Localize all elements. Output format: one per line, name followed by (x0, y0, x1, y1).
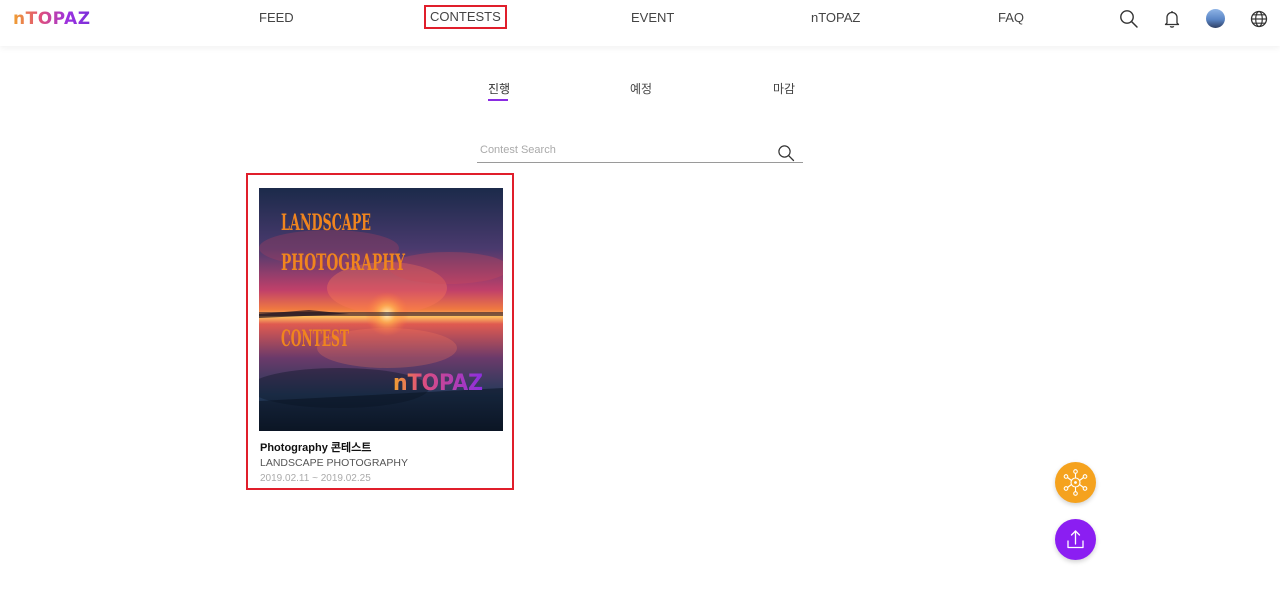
bell-icon[interactable] (1162, 9, 1182, 29)
tab-ongoing[interactable]: 진행 (488, 80, 510, 97)
nav-feed[interactable]: FEED (259, 10, 294, 26)
contest-poster-image[interactable]: LANDSCAPE PHOTOGRAPHY CONTEST nTOPAZ (259, 188, 503, 431)
search-icon[interactable] (777, 144, 795, 162)
tab-closed[interactable]: 마감 (773, 80, 795, 97)
poster-line3: CONTEST (281, 326, 349, 352)
search-icon[interactable] (1119, 9, 1139, 29)
network-icon (1063, 469, 1088, 496)
nav-faq[interactable]: FAQ (998, 10, 1024, 26)
contest-title: Photography 콘테스트 (260, 442, 372, 454)
tab-upcoming[interactable]: 예정 (630, 80, 652, 97)
avatar[interactable] (1206, 9, 1225, 28)
nav-contests[interactable]: CONTESTS (424, 5, 507, 29)
ntopaz-logo[interactable]: nTOPAZ (13, 9, 91, 29)
active-tab-indicator (488, 99, 508, 101)
poster-watermark: nTOPAZ (393, 371, 483, 396)
nav-event[interactable]: EVENT (631, 10, 674, 26)
upload-icon (1067, 530, 1084, 549)
contest-subtitle: LANDSCAPE PHOTOGRAPHY (260, 457, 409, 469)
poster-line2: PHOTOGRAPHY (281, 250, 405, 276)
globe-icon[interactable] (1249, 9, 1269, 29)
nav-ntopaz[interactable]: nTOPAZ (811, 10, 860, 26)
poster-line1: LANDSCAPE (281, 210, 371, 236)
contest-search-bar (477, 141, 803, 163)
network-fab-button[interactable] (1055, 462, 1096, 503)
upload-fab-button[interactable] (1055, 519, 1096, 560)
contest-card[interactable]: LANDSCAPE PHOTOGRAPHY CONTEST nTOPAZ Pho… (246, 173, 514, 490)
contest-dates: 2019.02.11 ~ 2019.02.25 (260, 473, 371, 484)
contest-search-input[interactable] (480, 141, 770, 159)
top-header: nTOPAZ FEED CONTESTS EVENT nTOPAZ FAQ (0, 0, 1280, 46)
